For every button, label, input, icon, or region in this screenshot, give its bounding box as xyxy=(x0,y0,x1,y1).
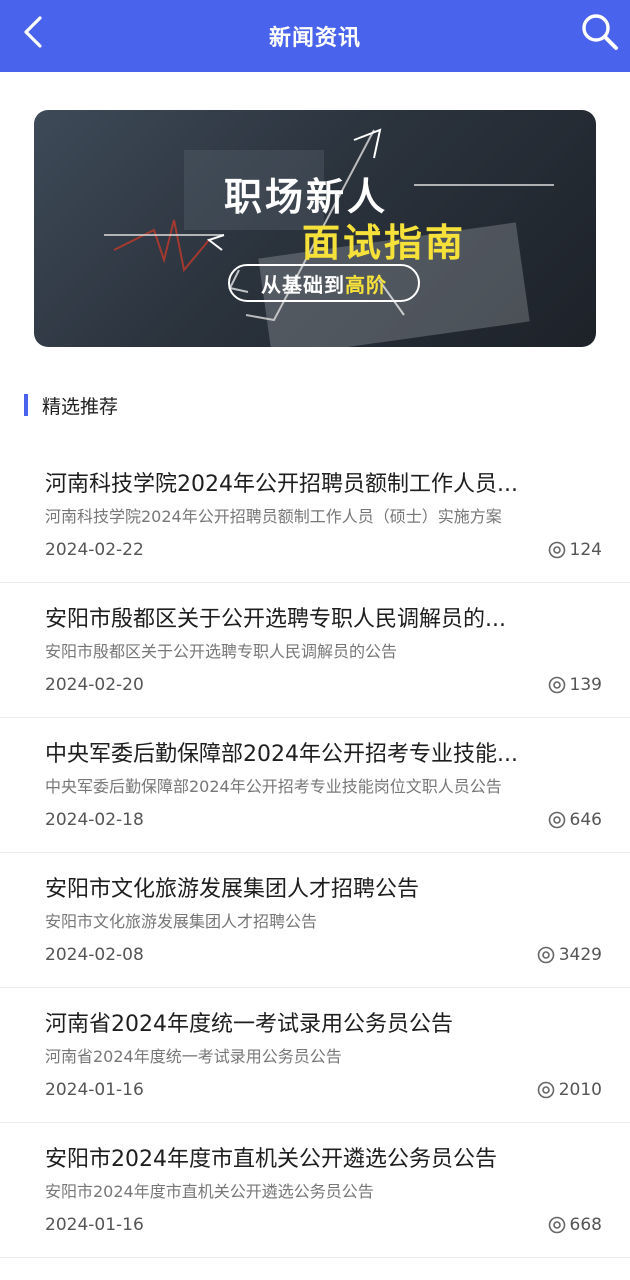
banner[interactable]: 职场新人 面试指南 从基础到 高阶 xyxy=(34,110,596,347)
article-summary: 中央军委后勤保障部2024年公开招考专业技能岗位文职人员公告 xyxy=(45,777,502,796)
article-summary: 安阳市殷都区关于公开选聘专职人民调解员的公告 xyxy=(45,642,398,661)
article-date: 2024-02-22 xyxy=(45,540,144,560)
article-date: 2024-02-18 xyxy=(45,810,144,830)
article-date: 2024-02-08 xyxy=(45,945,144,965)
banner-tagline-part1: 从基础到 xyxy=(261,272,345,297)
article-date: 2024-02-20 xyxy=(45,675,144,695)
article-item[interactable]: 河南省2024年度统一考试录用公务员公告 河南省2024年度统一考试录用公务员公… xyxy=(0,988,630,1123)
article-views: 646 xyxy=(548,810,602,830)
article-date: 2024-01-16 xyxy=(45,1080,144,1100)
article-summary: 安阳市文化旅游发展集团人才招聘公告 xyxy=(45,912,318,931)
article-item[interactable]: 中央军委后勤保障部2024年公开招考专业技能... 中央军委后勤保障部2024年… xyxy=(0,718,630,853)
article-item[interactable]: 安阳市殷都区关于公开选聘专职人民调解员的... 安阳市殷都区关于公开选聘专职人民… xyxy=(0,583,630,718)
eye-icon xyxy=(548,811,565,829)
article-views: 124 xyxy=(548,540,602,560)
view-count: 2010 xyxy=(558,1080,602,1100)
view-count: 3429 xyxy=(558,945,602,965)
article-title: 安阳市2024年度市直机关公开遴选公务员公告 xyxy=(45,1147,497,1172)
eye-icon xyxy=(548,676,565,694)
article-views: 139 xyxy=(548,675,602,695)
chevron-left-icon xyxy=(24,16,42,48)
article-list: 河南科技学院2024年公开招聘员额制工作人员... 河南科技学院2024年公开招… xyxy=(0,448,630,1258)
article-title: 河南省2024年度统一考试录用公务员公告 xyxy=(45,1012,453,1037)
article-title: 安阳市殷都区关于公开选聘专职人民调解员的... xyxy=(45,607,506,632)
article-title: 安阳市文化旅游发展集团人才招聘公告 xyxy=(45,877,420,902)
eye-icon xyxy=(537,946,555,964)
section-header: 精选推荐 xyxy=(24,390,118,420)
article-views: 3429 xyxy=(537,945,602,965)
top-bar: 新闻资讯 xyxy=(0,0,630,72)
article-summary: 河南科技学院2024年公开招聘员额制工作人员（硕士）实施方案 xyxy=(45,507,502,526)
article-summary: 安阳市2024年度市直机关公开遴选公务员公告 xyxy=(45,1182,374,1201)
page-title: 新闻资讯 xyxy=(268,26,361,51)
banner-tagline-part2: 高阶 xyxy=(345,272,387,297)
article-date: 2024-01-16 xyxy=(45,1215,144,1235)
view-count: 668 xyxy=(569,1215,602,1235)
article-item[interactable]: 安阳市2024年度市直机关公开遴选公务员公告 安阳市2024年度市直机关公开遴选… xyxy=(0,1123,630,1258)
eye-icon xyxy=(548,541,565,559)
eye-icon xyxy=(548,1216,565,1234)
section-title: 精选推荐 xyxy=(42,395,119,418)
article-views: 2010 xyxy=(537,1080,602,1100)
article-title: 中央军委后勤保障部2024年公开招考专业技能... xyxy=(45,742,518,767)
view-count: 139 xyxy=(569,675,602,695)
banner-headline-2: 面试指南 xyxy=(302,221,467,265)
article-title: 河南科技学院2024年公开招聘员额制工作人员... xyxy=(45,472,518,497)
article-views: 668 xyxy=(548,1215,602,1235)
article-summary: 河南省2024年度统一考试录用公务员公告 xyxy=(45,1047,342,1066)
article-item[interactable]: 河南科技学院2024年公开招聘员额制工作人员... 河南科技学院2024年公开招… xyxy=(0,448,630,583)
back-button[interactable] xyxy=(10,8,58,56)
banner-tagline: 从基础到 高阶 xyxy=(228,264,420,302)
section-accent-bar xyxy=(24,394,28,416)
search-icon xyxy=(582,14,618,50)
view-count: 124 xyxy=(569,540,602,560)
view-count: 646 xyxy=(569,810,602,830)
eye-icon xyxy=(537,1081,555,1099)
article-item[interactable]: 安阳市文化旅游发展集团人才招聘公告 安阳市文化旅游发展集团人才招聘公告 2024… xyxy=(0,853,630,988)
search-button[interactable] xyxy=(576,8,624,56)
